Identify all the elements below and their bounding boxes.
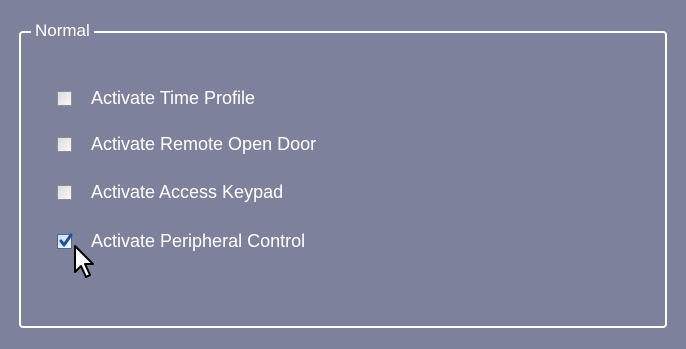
option-activate-remote-open-door[interactable]: Activate Remote Open Door (57, 132, 316, 156)
checkbox-activate-peripheral-control[interactable] (57, 233, 73, 249)
option-activate-access-keypad[interactable]: Activate Access Keypad (57, 180, 283, 204)
checkbox-activate-time-profile[interactable] (57, 90, 72, 106)
option-label: Activate Remote Open Door (91, 134, 317, 154)
option-activate-time-profile[interactable]: Activate Time Profile (57, 86, 255, 110)
settings-panel: Normal Activate Time Profile Activate Re… (0, 0, 686, 349)
option-label: Activate Peripheral Control (91, 231, 306, 251)
checkbox-activate-access-keypad[interactable] (57, 184, 72, 200)
checkbox-activate-remote-open-door[interactable] (57, 136, 72, 152)
option-label: Activate Time Profile (91, 88, 256, 108)
groupbox-title: Normal (31, 20, 94, 42)
mouse-cursor-icon (74, 245, 94, 278)
check-icon (59, 233, 73, 246)
option-label: Activate Access Keypad (91, 182, 284, 202)
